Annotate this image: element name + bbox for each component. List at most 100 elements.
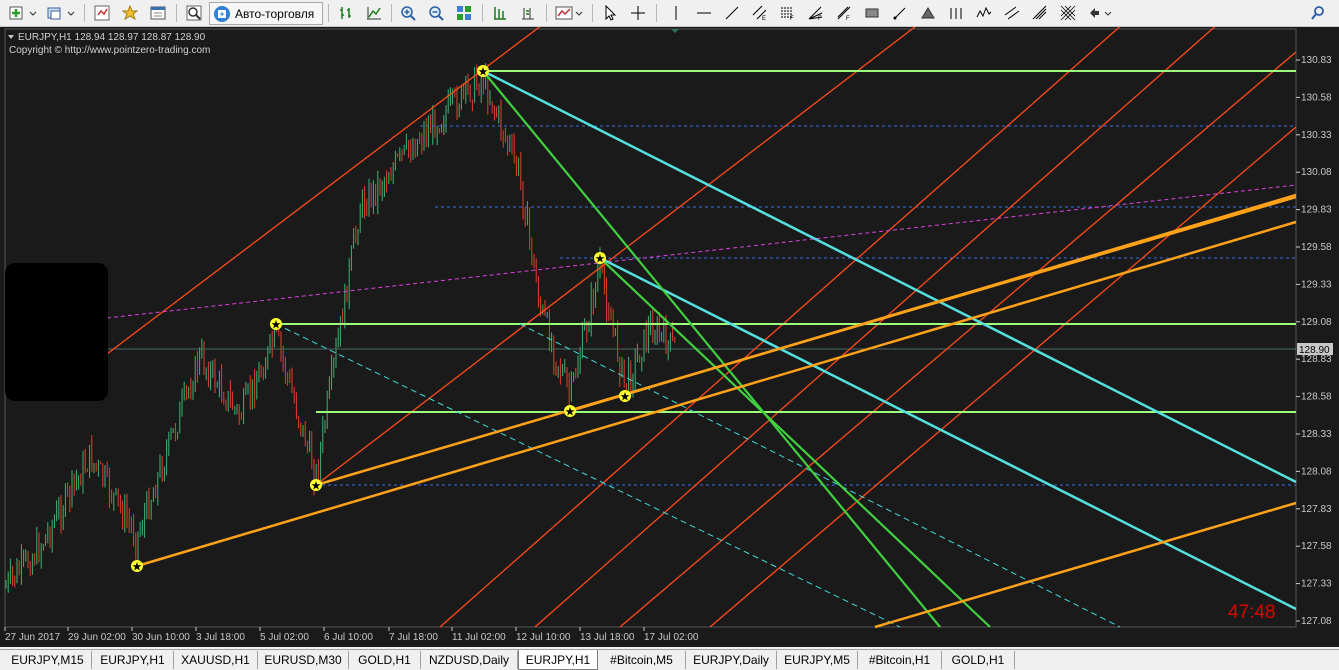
autotrade-button[interactable]: Авто-торговля (209, 2, 323, 25)
time-label: 27 Jun 2017 (5, 632, 60, 643)
arrows-icon[interactable] (1086, 3, 1116, 23)
zoom-in-icon[interactable] (398, 3, 418, 23)
gann-line-icon[interactable] (1030, 3, 1050, 23)
price-label: 129.33 (1301, 279, 1332, 290)
redacted-panel (5, 263, 108, 401)
price-label: 129.58 (1301, 242, 1332, 253)
svg-text:F: F (818, 16, 822, 21)
svg-text:E: E (762, 16, 766, 21)
time-label: 12 Jul 10:00 (516, 632, 571, 643)
bar-chart-icon[interactable] (336, 3, 356, 23)
tile-windows-icon[interactable] (454, 3, 474, 23)
chart-menu-icon[interactable] (8, 35, 14, 39)
time-label: 29 Jun 02:00 (68, 632, 126, 643)
tab-gold-h1[interactable]: GOLD,H1 (942, 651, 1015, 669)
tab-eurjpy-h1[interactable]: EURJPY,H1 (92, 651, 174, 669)
triangle-icon[interactable] (918, 3, 938, 23)
vertical-line-icon[interactable] (666, 3, 686, 23)
time-label: 6 Jul 10:00 (324, 632, 373, 643)
cyan-lines (482, 69, 1297, 611)
regression-channel-icon[interactable] (1002, 3, 1022, 23)
star-icon (594, 252, 606, 264)
strategy-tester-icon[interactable] (184, 3, 204, 23)
search-icon[interactable] (1308, 3, 1328, 23)
time-label: 17 Jul 02:00 (644, 632, 699, 643)
navigator-icon[interactable] (120, 3, 140, 23)
profiles-icon[interactable] (44, 3, 78, 23)
tab-eurjpy-m15[interactable]: EURJPY,M15 (4, 651, 92, 669)
zoom-out-icon[interactable] (426, 3, 446, 23)
tab-eurjpy-h1[interactable]: EURJPY,H1 (518, 650, 598, 670)
price-label: 127.33 (1301, 579, 1332, 590)
chart-header: EURJPY,H1 128.94 128.97 128.87 128.90 (18, 32, 206, 43)
tab-eurjpy-m5[interactable]: EURJPY,M5 (777, 651, 858, 669)
anchor-markers (131, 65, 631, 572)
star-icon (270, 318, 282, 330)
price-label: 127.58 (1301, 541, 1332, 552)
new-order-icon[interactable] (6, 3, 40, 23)
star-icon (131, 560, 143, 572)
channel-line (439, 27, 1121, 628)
channel-line (534, 27, 1216, 628)
channel-line (709, 126, 1297, 628)
autotrade-label: Авто-торговля (235, 6, 315, 21)
auto-scroll-icon[interactable] (490, 3, 510, 23)
rectangle-icon[interactable] (862, 3, 882, 23)
price-label: 128.58 (1301, 392, 1332, 403)
svg-text:F: F (790, 16, 794, 21)
time-label: 3 Jul 18:00 (196, 632, 245, 643)
autotrade-icon (213, 5, 231, 23)
tab-eurjpy-daily[interactable]: EURJPY,Daily (686, 651, 777, 669)
market-watch-icon[interactable] (92, 3, 112, 23)
channel-line (106, 27, 541, 355)
terminal-icon[interactable] (148, 3, 168, 23)
star-icon (310, 479, 322, 491)
price-label: 127.08 (1301, 616, 1332, 627)
dashed-levels (316, 125, 1296, 486)
magenta-trendline (106, 184, 1297, 319)
time-label: 30 Jun 10:00 (132, 632, 190, 643)
line-chart-icon[interactable] (364, 3, 384, 23)
chart-tab-bar: EURJPY,M15 EURJPY,H1 XAUUSD,H1 EURUSD,M30 GO… (0, 649, 1339, 670)
dashed-line (275, 323, 901, 628)
fibo-retracement-icon[interactable]: F (778, 3, 798, 23)
price-label: 130.33 (1301, 130, 1332, 141)
red-channel-lines (106, 27, 1297, 628)
price-label: 128.08 (1301, 466, 1332, 477)
indicators-icon[interactable] (554, 3, 584, 23)
ellipse-icon[interactable] (890, 3, 910, 23)
tab-xauusd-h1[interactable]: XAUUSD,H1 (174, 651, 258, 669)
fibo-fan-icon[interactable]: F (806, 3, 826, 23)
horizontal-line-icon[interactable] (694, 3, 714, 23)
chart-window[interactable]: 130.83 130.58 130.33 130.08 129.83 129.58 129.… (0, 27, 1339, 647)
tab-gold-h1[interactable]: GOLD,H1 (349, 651, 421, 669)
time-axis: 27 Jun 2017 29 Jun 02:00 30 Jun 10:00 3 Jul… (4, 627, 699, 643)
tab-eurusd-m30[interactable]: EURUSD,M30 (258, 651, 349, 669)
chart-shift-marker[interactable] (671, 29, 679, 33)
star-icon (477, 65, 489, 77)
copyright-text: Copyright © http://www.pointzero-trading… (9, 45, 210, 56)
star-icon (564, 405, 576, 417)
price-chart[interactable]: 130.83 130.58 130.33 130.08 129.83 129.58 129.… (0, 27, 1339, 647)
pitchfork-icon[interactable] (946, 3, 966, 23)
candle-timer: 47:48 (1228, 602, 1276, 623)
trendline-icon[interactable] (722, 3, 742, 23)
chart-shift-icon[interactable] (518, 3, 538, 23)
trend-line (569, 193, 1297, 413)
price-label: 128.33 (1301, 429, 1332, 440)
gann-grid-icon[interactable] (1058, 3, 1078, 23)
equidistant-channel-icon[interactable]: E (750, 3, 770, 23)
time-label: 13 Jul 18:00 (580, 632, 635, 643)
crosshair-icon[interactable] (628, 3, 648, 23)
tab-nzdusd-daily[interactable]: NZDUSD,Daily (421, 651, 518, 669)
fibo-arcs-icon[interactable]: F (834, 3, 854, 23)
star-icon (619, 390, 631, 402)
current-price-label: 128.90 (1299, 345, 1330, 356)
cursor-icon[interactable] (600, 3, 620, 23)
cycle-lines-icon[interactable] (974, 3, 994, 23)
toolbar: Авто-торговля E F F F (0, 0, 1339, 27)
time-label: 7 Jul 18:00 (389, 632, 438, 643)
tab--bitcoin-h1[interactable]: #Bitcoin,H1 (858, 651, 942, 669)
cyan-dashed-lines (275, 323, 1121, 628)
tab--bitcoin-m5[interactable]: #Bitcoin,M5 (598, 651, 686, 669)
